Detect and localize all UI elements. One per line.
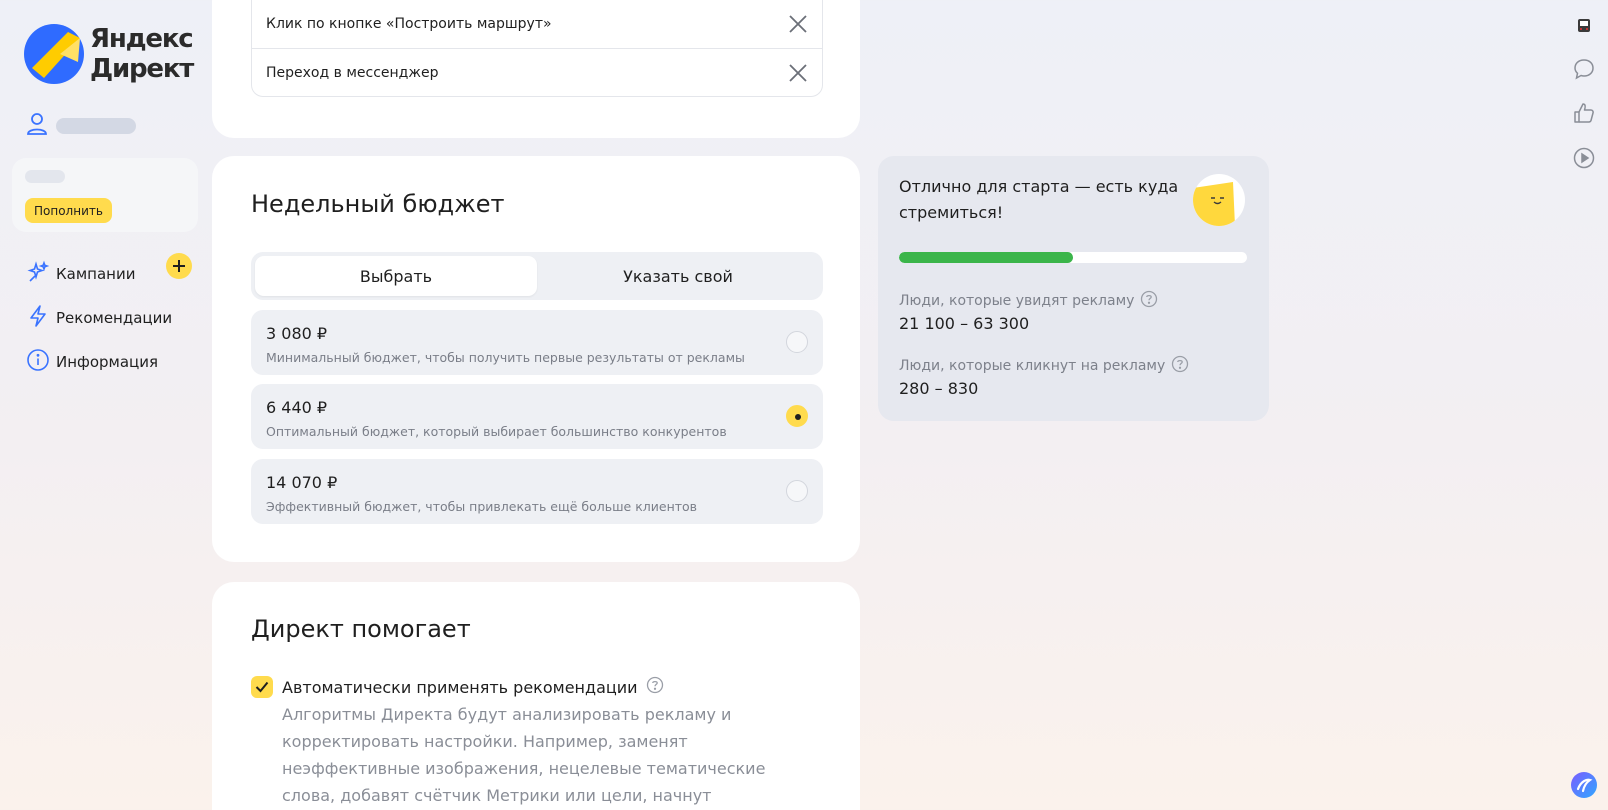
- sidebar-item-recommendations[interactable]: Рекомендации: [26, 296, 172, 340]
- play-circle-icon[interactable]: [1572, 146, 1596, 170]
- question-icon[interactable]: [1171, 355, 1189, 377]
- reach-label: Люди, которые увидят рекламу: [899, 293, 1135, 309]
- auto-apply-checkbox[interactable]: [251, 676, 273, 698]
- weekly-budget-card: Недельный бюджет Выбрать Указать свой 3 …: [212, 156, 860, 562]
- budget-amount: 14 070 ₽: [266, 473, 338, 492]
- auto-apply-label-row: Автоматически применять рекомендации: [282, 676, 664, 698]
- budget-option-optimal[interactable]: 6 440 ₽ Оптимальный бюджет, который выби…: [251, 384, 823, 449]
- campaigns-sparkle-icon: [26, 260, 50, 288]
- budget-radio[interactable]: [786, 331, 808, 353]
- app-widget-icon[interactable]: [1572, 14, 1596, 38]
- logo-wordmark: Яндекс Директ: [90, 24, 194, 84]
- budget-radio[interactable]: [786, 480, 808, 502]
- goal-label: Переход в мессенджер: [266, 64, 439, 81]
- budget-radio[interactable]: [786, 405, 808, 427]
- sidebar-item-campaigns[interactable]: Кампании: [26, 252, 192, 296]
- logo-mark-icon: [24, 24, 84, 84]
- reach-label-row: Люди, которые увидят рекламу: [899, 290, 1158, 312]
- clicks-label-row: Люди, которые кликнут на рекламу: [899, 355, 1189, 377]
- remove-goal-button[interactable]: [788, 14, 808, 34]
- lightning-icon: [26, 304, 50, 332]
- user-icon: [26, 112, 48, 140]
- logo-line-2: Директ: [90, 54, 194, 84]
- tab-custom[interactable]: Указать свой: [537, 256, 819, 296]
- sidebar-item-label: Информация: [56, 353, 159, 371]
- budget-description: Минимальный бюджет, чтобы получить первы…: [266, 350, 745, 365]
- mascot-icon: [1193, 174, 1245, 226]
- budget-description: Оптимальный бюджет, который выбирает бол…: [266, 424, 727, 439]
- alice-assistant-icon[interactable]: [1569, 770, 1599, 800]
- forecast-progress-fill: [899, 252, 1073, 263]
- budget-option-minimal[interactable]: 3 080 ₽ Минимальный бюджет, чтобы получи…: [251, 310, 823, 375]
- question-icon[interactable]: [646, 676, 664, 698]
- remove-goal-button[interactable]: [788, 63, 808, 83]
- logo-line-1: Яндекс: [90, 24, 194, 54]
- direct-helps-card: Директ помогает Автоматически применять …: [212, 582, 860, 810]
- forecast-headline: Отлично для старта — есть куда стремитьс…: [899, 177, 1179, 222]
- sidebar-nav: Кампании Рекомендации Информация: [26, 252, 192, 384]
- plus-icon: [173, 260, 185, 272]
- auto-apply-description: Алгоритмы Директа будут анализировать ре…: [282, 705, 766, 805]
- info-icon: [26, 348, 50, 376]
- balance-card: Пополнить: [12, 158, 198, 232]
- help-title: Директ помогает: [251, 615, 471, 643]
- yandex-direct-logo[interactable]: Яндекс Директ: [24, 24, 194, 88]
- question-icon[interactable]: [1140, 290, 1158, 312]
- budget-option-effective[interactable]: 14 070 ₽ Эффективный бюджет, чтобы привл…: [251, 459, 823, 524]
- budget-mode-switch: Выбрать Указать свой: [251, 252, 823, 300]
- user-account[interactable]: [26, 112, 136, 140]
- topup-button[interactable]: Пополнить: [25, 198, 112, 223]
- budget-description: Эффективный бюджет, чтобы привлекать ещё…: [266, 499, 698, 514]
- balance-placeholder: [25, 170, 65, 183]
- sidebar-item-information[interactable]: Информация: [26, 340, 172, 384]
- goals-list: Клик по кнопке «Построить маршрут» Перех…: [251, 0, 823, 97]
- tab-choose[interactable]: Выбрать: [255, 256, 537, 296]
- close-icon: [789, 15, 807, 33]
- sidebar-item-label: Рекомендации: [56, 309, 173, 327]
- auto-apply-label[interactable]: Автоматически применять рекомендации: [282, 678, 638, 697]
- check-icon: [255, 681, 269, 693]
- add-campaign-button[interactable]: [166, 253, 192, 279]
- goal-item: Переход в мессенджер: [252, 48, 822, 96]
- chat-bubble-icon[interactable]: [1572, 57, 1596, 81]
- user-name-placeholder: [56, 118, 136, 134]
- goals-card: Клик по кнопке «Построить маршрут» Перех…: [212, 0, 860, 138]
- reach-value: 21 100 – 63 300: [899, 314, 1030, 333]
- sidebar-item-label: Кампании: [56, 265, 136, 283]
- budget-amount: 3 080 ₽: [266, 324, 328, 343]
- clicks-value: 280 – 830: [899, 379, 979, 398]
- budget-title: Недельный бюджет: [251, 190, 505, 218]
- forecast-progress-bar: [899, 252, 1247, 263]
- goal-item: Клик по кнопке «Построить маршрут»: [252, 0, 822, 48]
- goal-label: Клик по кнопке «Построить маршрут»: [266, 16, 552, 32]
- thumbs-up-icon[interactable]: [1572, 101, 1596, 125]
- forecast-panel: Отлично для старта — есть куда стремитьс…: [878, 156, 1269, 421]
- budget-amount: 6 440 ₽: [266, 398, 328, 417]
- clicks-label: Люди, которые кликнут на рекламу: [899, 358, 1166, 374]
- close-icon: [789, 63, 807, 82]
